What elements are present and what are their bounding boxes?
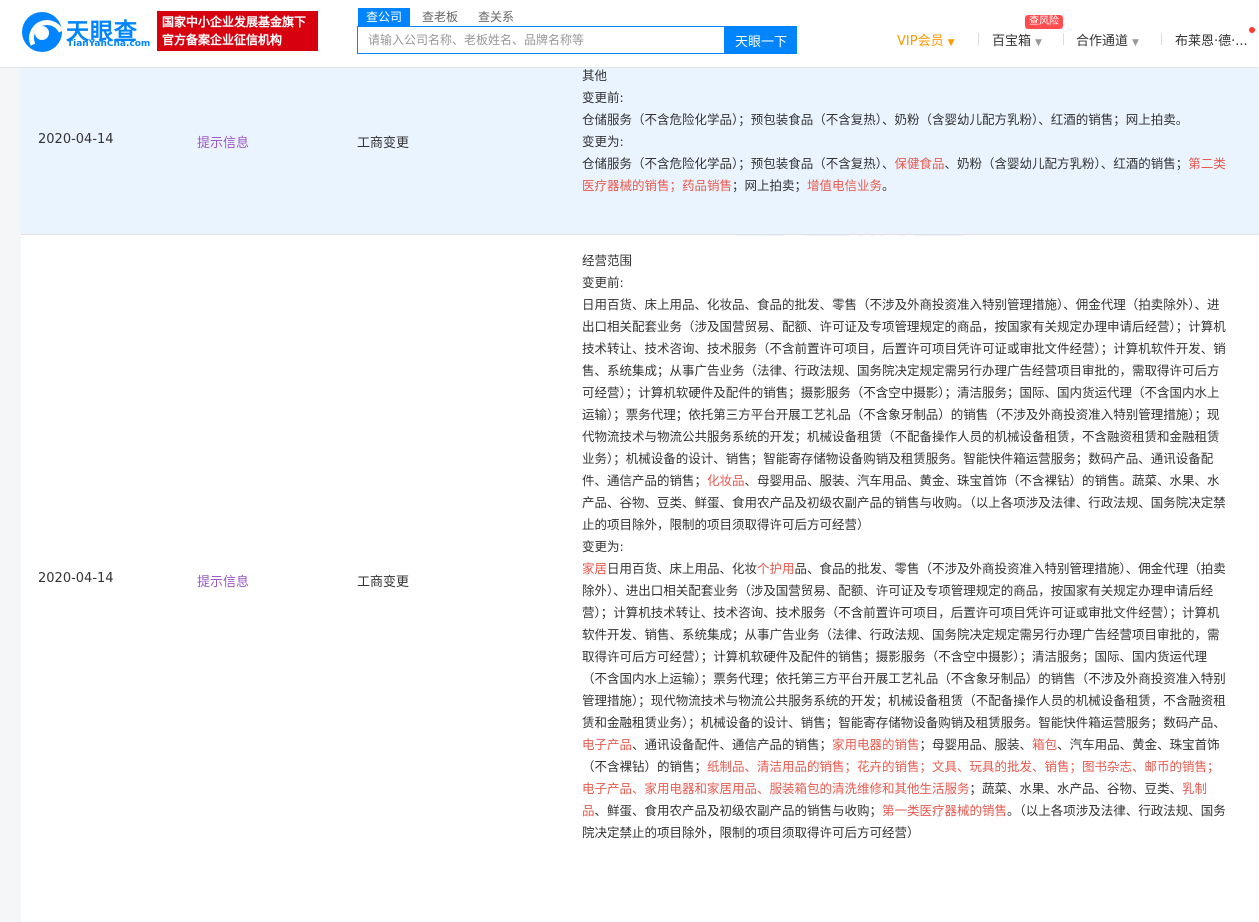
change-type: 工商变更 <box>357 136 410 151</box>
text-segment: 、鲜蛋、食用农产品及初级农副产品的销售与收购； <box>594 803 883 818</box>
highlight-segment: 保健食品 <box>894 156 945 171</box>
tianyancha-logo[interactable]: 天眼查 TianYanCha.com <box>22 12 152 52</box>
highlight-segment: 家用电器的销售 <box>832 737 920 752</box>
table-row: 2020-04-14 提示信息 工商变更 其他 变更前: 仓储服务（不含危险化学… <box>21 68 1259 235</box>
tab-boss[interactable]: 查老板 <box>414 8 466 26</box>
nav-toolbox-label: 百宝箱 <box>992 34 1032 49</box>
nav-toolbox[interactable]: 百宝箱 ▼ <box>992 30 1042 50</box>
change-type: 工商变更 <box>357 575 410 590</box>
text-segment: 品、食品的批发、零售（不涉及外商投资准入特别管理措施）、佣金代理（拍卖除外）、进… <box>582 561 1226 730</box>
highlight-segment: 个护用 <box>757 561 795 576</box>
search-button[interactable]: 天眼一下 <box>725 26 797 54</box>
tab-company[interactable]: 查公司 <box>358 8 411 26</box>
text-segment: 、通讯设备配件、通信产品的销售； <box>632 737 833 752</box>
change-content: 经营范围 变更前: 日用百货、床上用品、化妆品、食品的批发、零售（不涉及外商投资… <box>582 250 1228 844</box>
nav-divider <box>978 33 979 45</box>
content-title: 经营范围 <box>582 253 633 268</box>
eye-logo-icon <box>22 12 62 52</box>
highlight-segment: 增值电信业务 <box>807 178 883 193</box>
badge-line-1: 国家中小企业发展基金旗下 <box>162 15 307 29</box>
text-segment: 日用百货、床上用品、化妆 <box>607 561 758 576</box>
badge-line-2: 官方备案企业征信机构 <box>162 33 283 47</box>
logo-domain: TianYanCha.com <box>67 39 151 49</box>
change-content: 其他 变更前: 仓储服务（不含危险化学品）；预包装食品（不含复热）、奶粉（含婴幼… <box>582 68 1228 197</box>
text-segment: 仓储服务（不含危险化学品）；预包装食品（不含复热）、 <box>582 156 895 171</box>
highlight-segment: 箱包 <box>1032 737 1058 752</box>
change-record-table: 天眼查TianYanCha.com 天眼查TianYanCha.com 天眼查T… <box>21 68 1259 922</box>
highlight-segment: 家居 <box>582 561 608 576</box>
change-date: 2020-04-14 <box>38 571 114 586</box>
nav-partner-label: 合作通道 <box>1076 34 1129 49</box>
top-header: 天眼查 TianYanCha.com 国家中小企业发展基金旗下 官方备案企业征信… <box>0 0 1259 68</box>
after-text: 家居日用百货、床上用品、化妆个护用品、食品的批发、零售（不涉及外商投资准入特别管… <box>582 558 1228 844</box>
notification-dot-icon <box>1249 27 1255 33</box>
tab-relation[interactable]: 查关系 <box>470 8 522 26</box>
before-label: 变更前: <box>582 90 624 105</box>
text-segment: 。 <box>882 178 895 193</box>
change-date: 2020-04-14 <box>38 132 114 147</box>
before-label: 变更前: <box>582 275 624 290</box>
nav-user[interactable]: 布莱恩·德·... <box>1175 30 1248 50</box>
risk-badge[interactable]: 查风险 <box>1025 15 1063 29</box>
text-segment: ；母婴用品、服装、 <box>919 737 1033 752</box>
search-tabs: 查公司 查老板 查关系 <box>358 8 522 26</box>
text-segment: 日用百货、床上用品、化妆品、食品的批发、零售（不涉及外商投资准入特别管理措施）、… <box>582 297 1226 488</box>
caret-down-icon: ▼ <box>1132 38 1139 48</box>
nav-divider <box>1161 33 1162 45</box>
official-badge: 国家中小企业发展基金旗下 官方备案企业征信机构 <box>157 11 318 51</box>
table-row: 2020-04-14 提示信息 工商变更 经营范围 变更前: 日用百货、床上用品… <box>21 236 1259 922</box>
content-title: 其他 <box>582 68 608 83</box>
nav-partner[interactable]: 合作通道 ▼ <box>1076 30 1139 50</box>
nav-divider <box>1063 33 1064 45</box>
tip-info-link[interactable]: 提示信息 <box>197 132 249 151</box>
highlight-segment: 化妆品 <box>707 473 745 488</box>
nav-vip[interactable]: VIP会员 ▼ <box>897 30 955 50</box>
text-segment: 、奶粉（含婴幼儿配方乳粉）、红酒的销售； <box>944 156 1189 171</box>
search-input[interactable] <box>358 27 724 53</box>
search-box <box>357 26 725 54</box>
highlight-segment: 电子产品 <box>582 737 633 752</box>
text-segment: ；网上拍卖； <box>732 178 808 193</box>
before-text: 仓储服务（不含危险化学品）；预包装食品（不含复热）、奶粉（含婴幼儿配方乳粉）、红… <box>582 112 1189 127</box>
after-text: 仓储服务（不含危险化学品）；预包装食品（不含复热）、保健食品、奶粉（含婴幼儿配方… <box>582 153 1228 197</box>
after-label: 变更为: <box>582 134 624 149</box>
after-label: 变更为: <box>582 539 624 554</box>
text-segment: ；蔬菜、水果、水产品、谷物、豆类、 <box>969 781 1183 796</box>
highlight-segment: 第一类医疗器械的销售 <box>882 803 1008 818</box>
before-text: 日用百货、床上用品、化妆品、食品的批发、零售（不涉及外商投资准入特别管理措施）、… <box>582 294 1228 536</box>
caret-down-icon: ▼ <box>947 38 955 48</box>
tip-info-link[interactable]: 提示信息 <box>197 571 249 590</box>
nav-vip-label: VIP会员 <box>897 34 944 49</box>
caret-down-icon: ▼ <box>1035 38 1042 48</box>
